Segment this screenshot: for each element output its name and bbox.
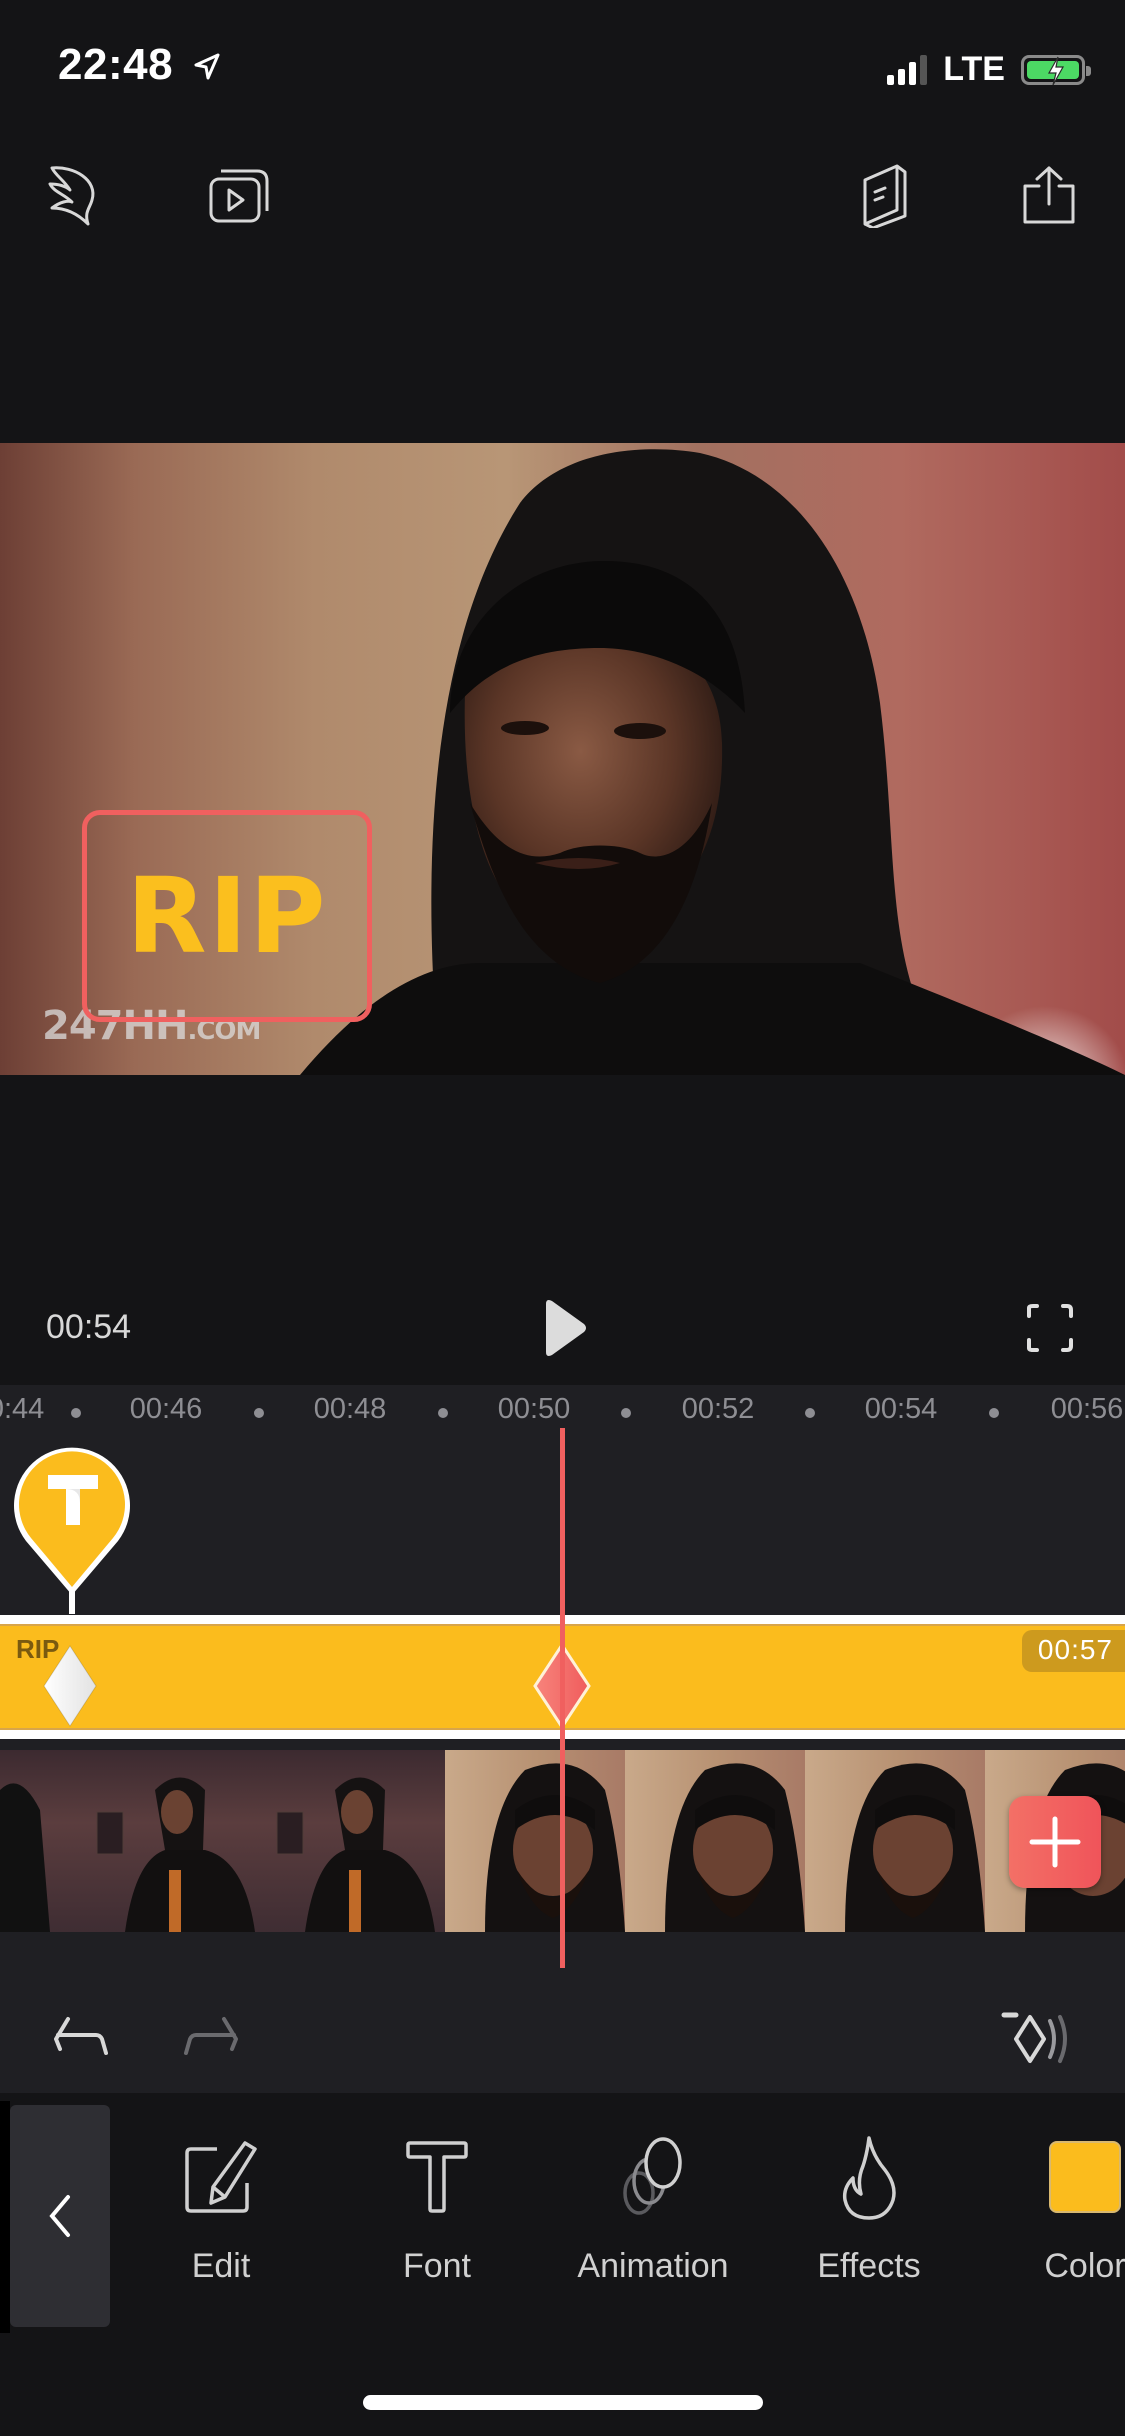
ruler-dot (805, 1408, 815, 1418)
location-arrow-icon (194, 53, 220, 80)
plus-icon (1029, 1816, 1081, 1868)
effects-flame-icon (842, 2136, 896, 2220)
tool-effects[interactable]: Effects (774, 2133, 964, 2293)
status-time: 22:48 (58, 40, 174, 89)
clip-thumbnail (0, 1750, 85, 1932)
fullscreen-icon[interactable] (1025, 1302, 1075, 1354)
back-edge (0, 2101, 10, 2333)
keyframe-icon[interactable] (1000, 2009, 1080, 2069)
video-preview[interactable]: 247HH.COM RIP (0, 443, 1125, 1075)
color-swatch-icon (1049, 2141, 1121, 2213)
history-bar (0, 1985, 1125, 2093)
tool-animation[interactable]: Animation (558, 2133, 748, 2293)
app-logo-icon[interactable] (42, 162, 108, 228)
tool-font[interactable]: Font (342, 2133, 532, 2293)
chevron-left-icon (49, 2195, 70, 2237)
ruler-label: 00:56 (1050, 1393, 1124, 1425)
current-time: 00:54 (46, 1308, 132, 1346)
playhead[interactable] (560, 1428, 565, 1968)
signal-icon (887, 54, 928, 85)
tool-label: Effects (817, 2247, 921, 2285)
ruler-label: 00:44 (0, 1393, 45, 1425)
ruler-label: 00:50 (497, 1393, 571, 1425)
playback-controls: 00:54 (0, 1280, 1125, 1385)
tool-label: Animation (577, 2247, 729, 2285)
media-library-icon[interactable] (206, 162, 272, 228)
ruler-label: 00:54 (864, 1393, 938, 1425)
keyframe-inactive[interactable] (40, 1642, 100, 1730)
track-end-time: 00:57 (1021, 1630, 1125, 1672)
ruler-dot (621, 1408, 631, 1418)
ruler-dot (254, 1408, 264, 1418)
add-clip-button[interactable] (1009, 1796, 1101, 1888)
edit-pencil-icon (185, 2141, 257, 2213)
clip-thumbnail (805, 1750, 985, 1932)
network-type: LTE (943, 50, 1005, 88)
share-export-icon[interactable] (1016, 162, 1082, 228)
undo-icon[interactable] (50, 2009, 114, 2069)
ruler-label: 00:46 (129, 1393, 203, 1425)
ruler-dot (989, 1408, 999, 1418)
tool-label: Font (402, 2247, 472, 2285)
tool-label: Edit (191, 2247, 251, 2285)
marker-stem (69, 1588, 75, 1614)
clip-thumbnail (265, 1750, 445, 1932)
text-overlay-selected[interactable]: RIP (82, 810, 372, 1022)
tool-edit[interactable]: Edit (126, 2133, 316, 2293)
status-bar: 22:48 LTE (0, 0, 1125, 130)
help-book-icon[interactable] (852, 162, 918, 228)
top-toolbar (0, 150, 1125, 240)
tool-label: Color (1044, 2247, 1125, 2285)
overlay-text[interactable]: RIP (127, 855, 328, 977)
tool-color[interactable]: Color (990, 2133, 1125, 2293)
clip-thumbnail (445, 1750, 625, 1932)
play-icon[interactable] (540, 1298, 590, 1358)
clip-thumbnail (625, 1750, 805, 1932)
ruler-dot (71, 1408, 81, 1418)
home-indicator[interactable] (363, 2395, 763, 2410)
ruler-label: 00:48 (313, 1393, 387, 1425)
back-button[interactable] (10, 2105, 110, 2327)
ruler-dot (438, 1408, 448, 1418)
animation-icon (623, 2137, 682, 2215)
text-layer-marker-icon[interactable] (10, 1429, 135, 1599)
font-t-icon (406, 2141, 468, 2213)
clip-thumbnail (85, 1750, 265, 1932)
battery-charging-icon (1021, 54, 1091, 85)
ruler-label: 00:52 (681, 1393, 755, 1425)
redo-icon[interactable] (178, 2009, 242, 2069)
text-tool-menu: Edit Font Animation Effects Color (0, 2093, 1125, 2436)
